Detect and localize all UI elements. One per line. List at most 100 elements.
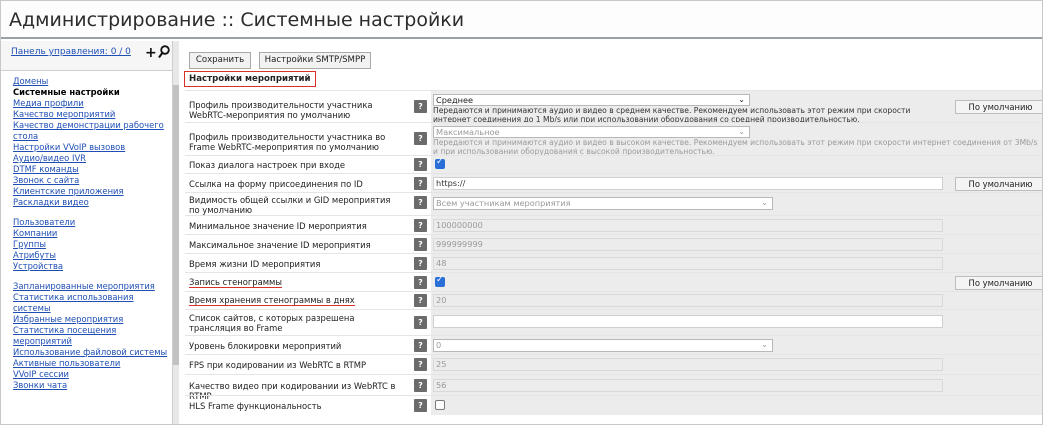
help-icon[interactable]: ?	[414, 316, 427, 329]
value-cell	[431, 396, 1042, 415]
help-icon[interactable]: ?	[414, 358, 427, 371]
help-icon[interactable]: ?	[414, 257, 427, 270]
help-icon[interactable]: ?	[414, 177, 427, 190]
table-row: FPS при кодировании из WebRTC в RTMP ? 2…	[185, 354, 1042, 374]
value-cell: 0 ⌄	[431, 336, 1042, 354]
id-lifetime-input[interactable]: 48	[433, 257, 943, 270]
value-cell: 48	[431, 254, 1042, 272]
value-cell: По умолчанию	[431, 273, 1042, 291]
select-value: 0	[436, 340, 442, 350]
setting-label: HLS Frame функциональность	[189, 401, 322, 411]
sidebar-item-media-profiles[interactable]: Медиа профили	[1, 98, 172, 109]
setting-label: Профиль производительности участника во …	[189, 132, 386, 152]
sidebar-item-vvoip-sessions[interactable]: VVoIP сессии	[1, 369, 172, 380]
sidebar-item-groups[interactable]: Группы	[1, 239, 172, 250]
sidebar-item-site-call[interactable]: Звонок с сайта	[1, 175, 172, 186]
table-row: Профиль производительности участника во …	[185, 122, 1042, 156]
sidebar-item-favorite-events[interactable]: Избранные мероприятия	[1, 314, 172, 325]
select-value: Среднее	[436, 95, 474, 105]
help-icon[interactable]: ?	[414, 339, 427, 352]
table-row: Список сайтов, с которых разрешена транс…	[185, 309, 1042, 335]
sidebar-item-scheduled-events[interactable]: Запланированные мероприятия	[1, 281, 172, 292]
value-cell: 999999999	[431, 235, 1042, 253]
setting-label: Уровень блокировки мероприятий	[189, 341, 342, 351]
transcript-label: Запись стенограммы	[189, 277, 282, 288]
block-level-select[interactable]: 0 ⌄	[433, 339, 773, 352]
search-icon[interactable]	[158, 45, 170, 59]
webrtc-profile-select[interactable]: Среднее ⌄	[433, 94, 750, 106]
sidebar-menu: Домены Системные настройки Медиа профили…	[1, 71, 172, 391]
table-row: HLS Frame функциональность ?	[185, 395, 1042, 415]
sidebar-item-client-apps[interactable]: Клиентские приложения	[1, 186, 172, 197]
chevron-down-icon: ⌄	[761, 340, 768, 349]
transcript-days-input[interactable]: 20	[433, 294, 943, 307]
sidebar-item-domains[interactable]: Домены	[1, 76, 172, 87]
select-value: Максимальное	[436, 127, 500, 137]
value-cell	[431, 310, 1042, 335]
rtmp-quality-input[interactable]: 56	[433, 379, 943, 392]
plus-icon[interactable]: +	[145, 45, 157, 61]
help-icon[interactable]: ?	[414, 100, 427, 113]
setting-label: Список сайтов, с которых разрешена транс…	[189, 313, 355, 333]
setting-label: Ссылка на форму присоединения по ID	[189, 179, 363, 189]
sidebar-item-ivr[interactable]: Аудио/видео IVR	[1, 153, 172, 164]
sidebar-item-users[interactable]: Пользователи	[1, 217, 172, 228]
sidebar-item-attributes[interactable]: Атрибуты	[1, 250, 172, 261]
default-button[interactable]: По умолчанию	[955, 100, 1042, 114]
sidebar-item-active-users[interactable]: Активные пользователи	[1, 358, 172, 369]
join-link-input[interactable]: https://	[433, 177, 943, 190]
help-icon[interactable]: ?	[414, 196, 427, 209]
setting-label: Профиль производительности участника Web…	[189, 100, 373, 120]
frame-profile-select[interactable]: Максимальное ⌄	[433, 126, 750, 138]
table-row: Время жизни ID мероприятия ? 48	[185, 253, 1042, 272]
help-icon[interactable]: ?	[414, 238, 427, 251]
table-row: Качество видео при кодировании из WebRTC…	[185, 374, 1042, 401]
save-button[interactable]: Сохранить	[189, 52, 251, 69]
table-row: Ссылка на форму присоединения по ID ? ht…	[185, 173, 1042, 192]
help-icon[interactable]: ?	[414, 379, 427, 392]
setting-label: Время жизни ID мероприятия	[189, 259, 321, 269]
help-icon[interactable]: ?	[414, 399, 427, 412]
show-dialog-checkbox[interactable]	[435, 157, 445, 169]
sidebar-item-chat-calls[interactable]: Звонки чата	[1, 380, 172, 391]
sidebar-item-usage-stats[interactable]: Статистика использования системы	[1, 292, 172, 314]
sidebar-item-dtmf[interactable]: DTMF команды	[1, 164, 172, 175]
sidebar-item-attendance-stats[interactable]: Статистика посещения мероприятий	[1, 325, 172, 347]
sidebar-item-companies[interactable]: Компании	[1, 228, 172, 239]
frame-sites-input[interactable]	[433, 315, 943, 328]
chevron-down-icon: ⌄	[761, 198, 768, 207]
sidebar-item-event-quality[interactable]: Качество мероприятий	[1, 109, 172, 120]
default-button[interactable]: По умолчанию	[955, 276, 1042, 290]
select-value: Всем участникам мероприятия	[436, 198, 571, 208]
table-row: Профиль производительности участника Web…	[185, 90, 1042, 124]
value-cell: 20	[431, 292, 1042, 309]
value-cell: Максимальное ⌄ Передаются и принимаются …	[431, 123, 1042, 156]
setting-label: Видимость общей ссылки и GID мероприятия…	[189, 195, 391, 215]
max-id-input[interactable]: 999999999	[433, 238, 943, 251]
help-icon[interactable]: ?	[414, 158, 427, 171]
setting-label: FPS при кодировании из WebRTC в RTMP	[189, 360, 367, 370]
help-icon[interactable]: ?	[414, 276, 427, 289]
control-panel-link[interactable]: Панель управления: 0 / 0	[11, 47, 131, 57]
sidebar-item-filesystem[interactable]: Использование файловой системы	[1, 347, 172, 358]
help-icon[interactable]: ?	[414, 294, 427, 307]
help-icon[interactable]: ?	[414, 219, 427, 232]
smtp-settings-button[interactable]: Настройки SMTP/SMPP	[259, 52, 371, 69]
chevron-down-icon: ⌄	[738, 127, 745, 136]
sidebar-item-system-settings[interactable]: Системные настройки	[1, 87, 172, 98]
sidebar-scrollbar-thumb[interactable]	[173, 85, 179, 365]
sidebar-item-desktop-quality[interactable]: Качество демонстрации рабочего стола	[1, 120, 172, 142]
min-id-input[interactable]: 100000000	[433, 219, 943, 232]
default-button[interactable]: По умолчанию	[955, 177, 1042, 191]
value-cell: 25	[431, 355, 1042, 374]
help-icon[interactable]: ?	[414, 132, 427, 145]
sidebar-item-video-layouts[interactable]: Раскладки видео	[1, 197, 172, 208]
transcript-checkbox[interactable]	[435, 275, 445, 287]
sidebar-item-devices[interactable]: Устройства	[1, 261, 172, 272]
link-visibility-select[interactable]: Всем участникам мероприятия ⌄	[433, 197, 773, 210]
rtmp-fps-input[interactable]: 25	[433, 358, 943, 371]
sidebar-item-vvoip-settings[interactable]: Настройки VVoIP вызовов	[1, 142, 172, 153]
hls-frame-checkbox[interactable]	[435, 400, 445, 410]
value-cell: 56	[431, 375, 1042, 395]
table-row: Показ диалога настроек при входе ?	[185, 155, 1042, 173]
